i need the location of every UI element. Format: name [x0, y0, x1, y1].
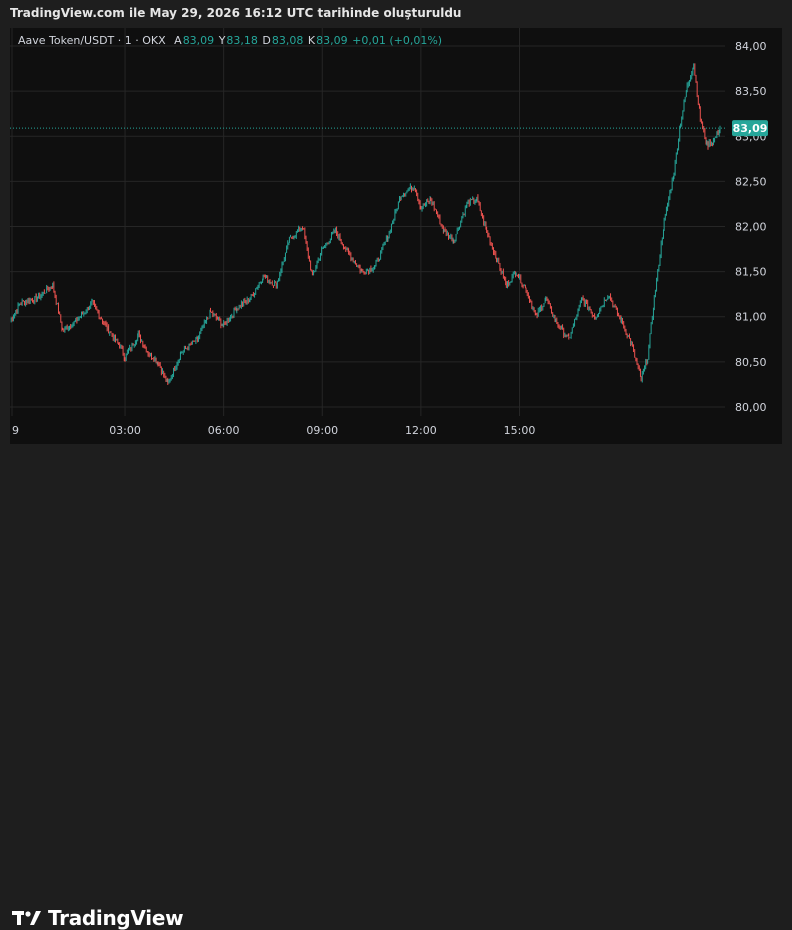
tradingview-logo-icon	[12, 911, 41, 925]
time-tick-label: 15:00	[504, 424, 536, 437]
price-tick-label: 82,50	[735, 175, 767, 188]
high-label: Y	[218, 34, 226, 47]
price-tick-label: 80,00	[735, 401, 767, 414]
price-tag-label: 83,09	[733, 122, 768, 135]
low-value: 83,08	[271, 34, 304, 47]
close-label: K	[307, 34, 316, 47]
time-tick-label: 12:00	[405, 424, 437, 437]
time-axis: 9 03:00 06:00 09:00 12:00 15:00	[12, 424, 535, 437]
chart-grid	[10, 28, 725, 416]
price-axis: 80,0080,5081,0081,5082,0082,5083,0083,50…	[735, 40, 767, 414]
price-tick-label: 80,50	[735, 356, 767, 369]
low-label: D	[262, 34, 271, 47]
time-tick-label: 03:00	[109, 424, 141, 437]
price-chart[interactable]: 80,0080,5081,0081,5082,0082,5083,0083,50…	[10, 28, 782, 444]
price-series	[10, 63, 721, 385]
brand[interactable]: TradingView	[12, 906, 184, 930]
chart-panel[interactable]: 80,00 80,50 81,00 81,50 82,00 82,50 83,00 83,50…	[10, 28, 782, 444]
price-tick-label: 83,50	[735, 85, 767, 98]
open-value: 83,09	[182, 34, 215, 47]
change-value: +0,01 (+0,01%)	[352, 34, 443, 47]
footer-bar: TradingView	[0, 444, 792, 930]
open-label: A	[174, 34, 182, 47]
price-tick-label: 81,50	[735, 266, 767, 279]
time-tick-label: 06:00	[208, 424, 240, 437]
header-bar: TradingView.com ile May 29, 2026 16:12 U…	[0, 0, 792, 28]
high-value: 83,18	[226, 34, 258, 47]
time-tick-label: 9	[12, 424, 19, 437]
brand-name: TradingView	[48, 906, 184, 930]
close-value: 83,09	[316, 34, 348, 47]
snapshot-title: TradingView.com ile May 29, 2026 16:12 U…	[10, 6, 462, 20]
price-tick-label: 82,00	[735, 221, 767, 234]
price-tick-label: 84,00	[735, 40, 767, 53]
last-price-tag: 83,09	[732, 120, 768, 137]
symbol-name: Aave Token/USDT · 1 · OKX	[18, 34, 166, 47]
price-tick-label: 81,00	[735, 311, 767, 324]
time-tick-label: 09:00	[306, 424, 338, 437]
symbol-legend: Aave Token/USDT · 1 · OKX A83,09 Y83,18 …	[18, 34, 443, 47]
